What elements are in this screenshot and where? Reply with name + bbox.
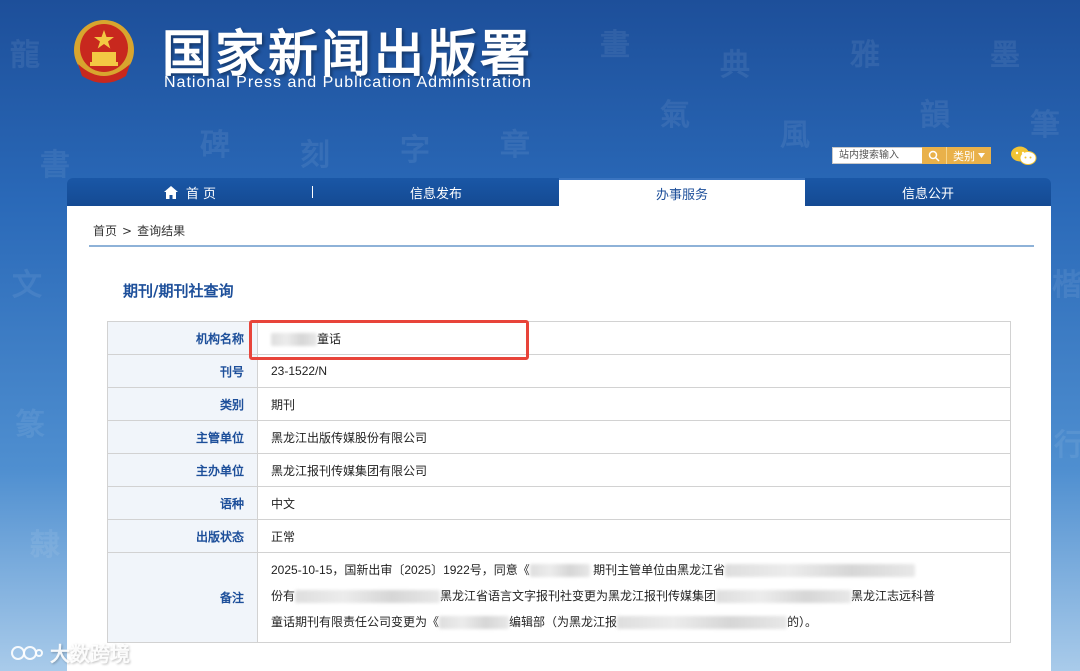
breadcrumb-divider [89,245,1034,247]
watermark: 大数跨境 [10,638,130,667]
nav-item-info-release[interactable]: 信息发布 [313,178,559,206]
redacted-text [617,616,788,630]
field-value: 期刊 [257,387,1011,421]
field-label: 主管单位 [107,420,258,454]
field-value: 黑龙江报刊传媒集团有限公司 [257,453,1011,487]
field-value: 黑龙江出版传媒股份有限公司 [257,420,1011,454]
field-label: 语种 [107,486,258,520]
field-value: 中文 [257,486,1011,520]
breadcrumb-current: 查询结果 [137,224,186,238]
table-row-note: 备注 2025-10-15，国新出审〔2025〕1922号，同意《 期刊主管单位… [107,552,1011,643]
search-icon [928,150,940,162]
note-text: 童话期刊有限责任公司变更为《 [271,615,440,629]
note-value: 2025-10-15，国新出审〔2025〕1922号，同意《 期刊主管单位由黑龙… [257,552,1011,643]
table-row: 主办单位 黑龙江报刊传媒集团有限公司 [107,453,1011,487]
nav-item-services-label: 办事服务 [655,187,708,203]
table-row: 语种 中文 [107,486,1011,520]
note-text: 黑龙江志远科普 [851,589,936,603]
nav-item-info-release-label: 信息发布 [409,186,462,202]
breadcrumb: 首页 > 查询结果 [93,222,185,239]
category-label: 类别 [953,149,975,163]
note-text: 编辑部（为黑龙江报 [509,615,618,629]
journal-details-table: 机构名称 童话 刊号 23-1522/N 类别 期刊 主管单位 黑龙江出版传媒股… [107,321,1011,643]
highlight-annotation-box [249,320,529,360]
nav-item-home-label: 首 页 [185,186,217,202]
field-label: 出版状态 [107,519,258,553]
note-text: 的）。 [787,615,818,629]
table-row: 机构名称 童话 [107,321,1011,355]
category-dropdown[interactable]: 类别 [946,147,991,164]
nav-item-home[interactable]: 首 页 [67,178,313,206]
nav-item-info-disclosure[interactable]: 信息公开 [805,178,1051,206]
redacted-text [439,616,510,630]
field-label: 主办单位 [107,453,258,487]
note-text: 黑龙江省语言文字报刊社变更为黑龙江报刊传媒集团 [440,589,717,603]
national-emblem-icon [68,14,140,88]
table-row: 类别 期刊 [107,387,1011,421]
site-header: 国家新闻出版署 National Press and Publication A… [0,0,1080,178]
field-label: 刊号 [107,354,258,388]
content-panel: 首页 > 查询结果 期刊/期刊社查询 机构名称 童话 刊号 23-1522/N 类别… [67,206,1051,671]
breadcrumb-separator: > [122,224,133,238]
breadcrumb-home[interactable]: 首页 [93,224,117,238]
search-button[interactable] [922,147,946,164]
redacted-text [529,564,590,578]
chevron-down-icon [978,153,985,158]
home-icon [163,185,178,199]
field-label: 类别 [107,387,258,421]
site-subtitle: National Press and Publication Administr… [164,74,532,91]
site-search-input[interactable]: 站内搜索输入 [832,147,924,164]
table-row: 出版状态 正常 [107,519,1011,553]
nav-item-info-disclosure-label: 信息公开 [901,186,954,202]
redacted-text [295,590,441,604]
table-row: 刊号 23-1522/N [107,354,1011,388]
watermark-text: 大数跨境 [50,642,130,666]
note-text: 份有 [271,589,296,603]
redacted-text [725,564,916,578]
note-text: 2025-10-15，国新出审〔2025〕1922号，同意《 [271,563,530,577]
note-text: 期刊主管单位由黑龙江省 [593,563,726,577]
field-value: 正常 [257,519,1011,553]
field-label: 备注 [107,552,258,643]
watermark-logo-icon [11,645,43,660]
page-title: 期刊/期刊社查询 [123,282,234,300]
field-label: 机构名称 [107,321,258,355]
main-nav: 首 页 信息发布 办事服务 信息公开 [67,178,1051,206]
nav-item-services[interactable]: 办事服务 [559,178,805,206]
table-row: 主管单位 黑龙江出版传媒股份有限公司 [107,420,1011,454]
redacted-text [716,590,852,604]
wechat-icon[interactable] [1010,145,1038,167]
